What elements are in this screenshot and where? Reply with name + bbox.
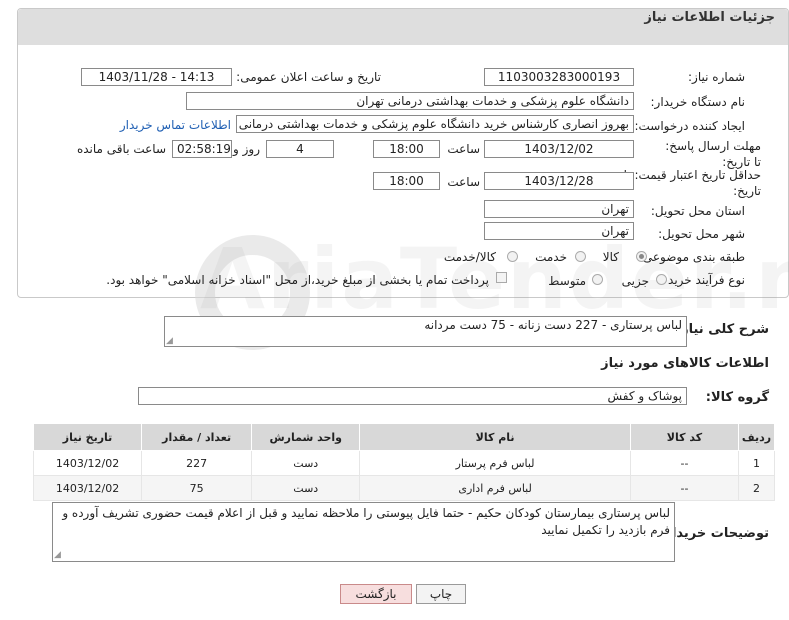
announce-label: تاریخ و ساعت اعلان عمومی: xyxy=(236,70,381,84)
process-minor-radio[interactable] xyxy=(656,274,667,285)
resize-grip-icon: ◢ xyxy=(54,550,61,560)
city-label: شهر محل تحویل: xyxy=(658,227,745,241)
days-field: 4 xyxy=(266,140,334,158)
table-row: 1 -- لباس فرم پرستار دست 227 1403/12/02 xyxy=(32,450,776,476)
category-label: طبقه بندی موضوعی: xyxy=(638,250,745,264)
validity-time-label: ساعت xyxy=(447,175,480,189)
treasury-payment-note: پرداخت تمام یا بخشی از مبلغ خرید،از محل … xyxy=(106,273,489,287)
treasury-payment-checkbox[interactable] xyxy=(496,272,507,283)
table-row: 2 -- لباس فرم اداری دست 75 1403/12/02 xyxy=(32,475,776,501)
cell-row: 1 xyxy=(737,450,776,476)
panel-title: جزئیات اطلاعات نیاز xyxy=(644,10,775,25)
category-service-label: خدمت xyxy=(535,250,567,264)
col-unit-header: واحد شمارش xyxy=(251,423,361,451)
validity-date-field: 1403/12/28 xyxy=(484,172,634,190)
deadline-time-field: 18:00 xyxy=(373,140,440,158)
cell-date: 1403/12/02 xyxy=(32,450,143,476)
goods-group-label: گروه کالا: xyxy=(705,390,769,405)
cell-qty: 75 xyxy=(141,475,253,501)
remaining-label: ساعت باقی مانده xyxy=(76,142,166,156)
buyer-org-label: نام دستگاه خریدار: xyxy=(650,95,746,109)
category-goods-service-radio[interactable] xyxy=(507,251,518,262)
process-medium-label: متوسط xyxy=(548,274,586,288)
process-label: نوع فرآیند خرید : xyxy=(660,273,745,287)
announce-field: 1403/11/28 - 14:13 xyxy=(81,68,232,86)
cell-code: -- xyxy=(629,450,739,476)
deadline-date-field: 1403/12/02 xyxy=(484,140,634,158)
col-qty-header: تعداد / مقدار xyxy=(141,423,253,451)
requester-label: ایجاد کننده درخواست: xyxy=(634,119,745,133)
buyer-contact-link[interactable]: اطلاعات تماس خریدار xyxy=(120,118,231,132)
cell-date: 1403/12/02 xyxy=(32,475,143,501)
category-goods-radio[interactable] xyxy=(636,251,647,262)
cell-qty: 227 xyxy=(141,450,253,476)
buyer-notes-label: توضیحات خریدار: xyxy=(659,526,769,541)
requester-field: بهروز انصاری کارشناس خرید دانشگاه علوم پ… xyxy=(236,115,634,133)
print-button[interactable]: چاپ xyxy=(416,584,466,604)
need-number-field: 1103003283000193 xyxy=(484,68,634,86)
days-label: روز و xyxy=(233,142,260,156)
description-label: شرح کلی نیاز: xyxy=(675,322,769,337)
cell-unit: دست xyxy=(251,475,361,501)
cell-row: 2 xyxy=(737,475,776,501)
deadline-time-label: ساعت xyxy=(447,142,480,156)
col-name-header: نام کالا xyxy=(359,423,631,451)
process-medium-radio[interactable] xyxy=(592,274,603,285)
description-field: لباس پرستاری - 227 دست زنانه - 75 دست مر… xyxy=(164,316,687,347)
table-header-row: ردیف کد کالا نام کالا واحد شمارش تعداد /… xyxy=(32,423,776,451)
category-goods-label: کالا xyxy=(602,250,619,264)
cell-name: لباس فرم پرستار xyxy=(359,450,631,476)
col-row-header: ردیف xyxy=(737,423,776,451)
goods-section-title: اطلاعات کالاهای مورد نیاز xyxy=(601,356,769,371)
cell-code: -- xyxy=(629,475,739,501)
col-code-header: کد کالا xyxy=(629,423,739,451)
buyer-org-field: دانشگاه علوم پزشکی و خدمات بهداشتی درمان… xyxy=(186,92,634,110)
col-date-header: تاریخ نیاز xyxy=(32,423,143,451)
city-field: تهران xyxy=(484,222,634,240)
buyer-notes-field: لباس پرستاری بیمارستان کودکان حکیم - حتم… xyxy=(52,502,675,562)
back-button[interactable]: بازگشت xyxy=(340,584,412,604)
resize-grip-icon: ◢ xyxy=(166,336,173,346)
deadline-label: مهلت ارسال پاسخ: تا تاریخ: xyxy=(665,139,761,169)
process-minor-label: جزیی xyxy=(621,274,649,288)
category-goods-service-label: کالا/خدمت xyxy=(443,250,496,264)
remaining-time-field: 02:58:19 xyxy=(172,140,232,158)
need-number-label: شماره نیاز: xyxy=(688,70,745,84)
cell-unit: دست xyxy=(251,450,361,476)
category-service-radio[interactable] xyxy=(575,251,586,262)
goods-table: ردیف کد کالا نام کالا واحد شمارش تعداد /… xyxy=(32,423,776,501)
cell-name: لباس فرم اداری xyxy=(359,475,631,501)
validity-time-field: 18:00 xyxy=(373,172,440,190)
goods-group-field: پوشاک و کفش xyxy=(138,387,687,405)
province-field: تهران xyxy=(484,200,634,218)
province-label: استان محل تحویل: xyxy=(650,204,745,218)
